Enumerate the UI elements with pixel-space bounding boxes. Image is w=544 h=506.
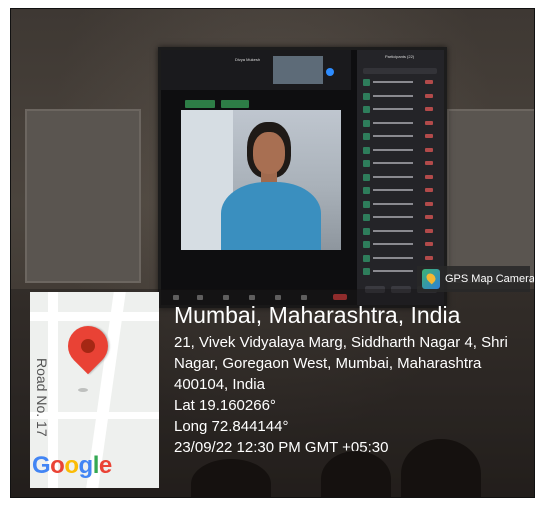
- muted-mic-icon: [425, 215, 433, 219]
- speaker-video: [181, 110, 341, 250]
- muted-mic-icon: [425, 188, 433, 192]
- participant-thumbnail: [273, 56, 323, 84]
- participant-name-line: [373, 256, 413, 259]
- participant-name-line: [373, 270, 413, 272]
- participant-row: [363, 132, 437, 141]
- participant-row: [363, 254, 437, 263]
- recording-chip: [221, 100, 249, 108]
- participant-avatar: [363, 214, 370, 221]
- participant-row: [363, 227, 437, 236]
- participant-row: [363, 240, 437, 249]
- participant-row: [363, 213, 437, 222]
- muted-mic-icon: [425, 242, 433, 246]
- gps-badge-label: GPS Map Camera: [445, 273, 535, 285]
- participant-row: [363, 92, 437, 101]
- audience-head: [401, 439, 481, 497]
- participant-avatar: [363, 146, 370, 154]
- participant-name-line: [373, 162, 413, 164]
- audience-heads: [151, 429, 534, 497]
- participant-name-line: [373, 121, 413, 124]
- participant-name-line: [373, 243, 413, 245]
- participant-name-line: [373, 148, 413, 151]
- participant-name-line: [373, 81, 413, 83]
- audience-head: [321, 451, 391, 497]
- muted-mic-icon: [425, 147, 433, 152]
- left-whiteboard: [25, 109, 141, 283]
- location-map: Road No. 17 Google: [30, 292, 159, 488]
- muted-mic-icon: [425, 134, 433, 138]
- participants-title: Participants (22): [385, 54, 415, 59]
- participant-avatar: [363, 173, 370, 181]
- participant-name-line: [373, 189, 413, 191]
- participant-avatar: [363, 200, 370, 208]
- muted-mic-icon: [425, 107, 433, 111]
- muted-mic-icon: [425, 174, 433, 179]
- projected-zoom-screen: Divya Mukesh Participants (22): [158, 47, 447, 308]
- participant-name-line: [373, 216, 413, 218]
- gps-logo-pin: [424, 271, 438, 285]
- zoom-record-icon: [326, 68, 334, 76]
- participant-name-line: [373, 202, 413, 205]
- participant-name-line: [373, 135, 413, 137]
- map-pin-hole: [78, 336, 98, 356]
- pin-shadow: [78, 388, 88, 392]
- speaker-face: [253, 132, 285, 174]
- participant-row: [363, 119, 437, 128]
- participant-row: [363, 78, 437, 87]
- participant-row: [363, 105, 437, 114]
- muted-mic-icon: [425, 201, 433, 206]
- muted-mic-icon: [425, 228, 433, 233]
- participant-name-line: [373, 108, 413, 110]
- self-view-name: Divya Mukesh: [235, 57, 261, 62]
- participant-row: [363, 186, 437, 195]
- muted-mic-icon: [425, 161, 433, 165]
- road-label: Road No. 17: [34, 358, 50, 437]
- latitude: Lat 19.160266°: [174, 397, 276, 414]
- right-whiteboard: [447, 109, 534, 283]
- participant-avatar: [363, 133, 370, 140]
- participant-avatar: [363, 227, 370, 235]
- location-title: Mumbai, Maharashtra, India: [174, 302, 461, 328]
- participant-avatar: [363, 92, 370, 100]
- speaker-view-chip: [185, 100, 215, 108]
- muted-mic-icon: [425, 93, 433, 98]
- google-logo: Google: [32, 452, 112, 479]
- zoom-top-strip: Divya Mukesh: [161, 50, 351, 90]
- participant-avatar: [363, 160, 370, 167]
- participant-avatar: [363, 241, 370, 248]
- participant-row: [363, 146, 437, 155]
- participant-avatar: [363, 79, 370, 86]
- participant-name-line: [373, 94, 413, 97]
- muted-mic-icon: [425, 120, 433, 125]
- participant-avatar: [363, 268, 370, 275]
- audience-head: [191, 459, 271, 497]
- participant-avatar: [363, 187, 370, 194]
- muted-mic-icon: [425, 255, 433, 260]
- gps-map-camera-badge: GPS Map Camera: [417, 266, 534, 292]
- gps-map-camera-icon: [422, 269, 440, 289]
- photo-frame: Divya Mukesh Participants (22) GPS Map C…: [10, 8, 535, 498]
- participant-avatar: [363, 106, 370, 113]
- location-address: 21, Vivek Vidyalaya Marg, Siddharth Naga…: [174, 334, 508, 393]
- muted-mic-icon: [425, 80, 433, 84]
- participant-name-line: [373, 229, 413, 232]
- participant-search: [363, 68, 437, 74]
- participant-row: [363, 200, 437, 209]
- speaker-body: [221, 182, 321, 250]
- participant-name-line: [373, 175, 413, 178]
- participant-row: [363, 173, 437, 182]
- participant-row: [363, 159, 437, 168]
- participant-avatar: [363, 119, 370, 127]
- participant-avatar: [363, 254, 370, 262]
